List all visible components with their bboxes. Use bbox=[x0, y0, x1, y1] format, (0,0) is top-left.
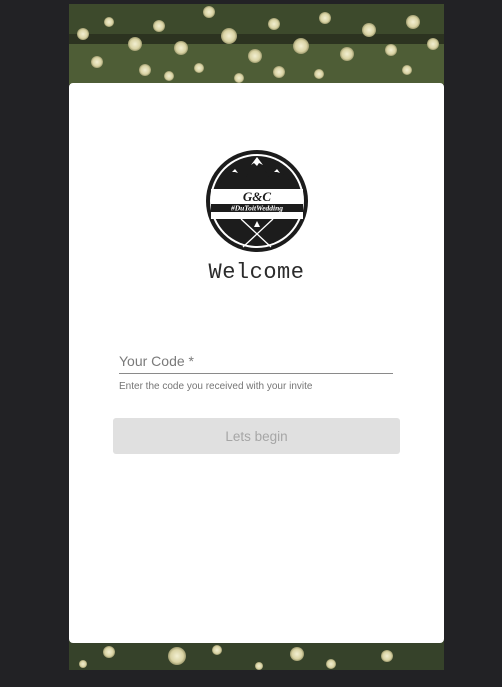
welcome-title: Welcome bbox=[208, 260, 305, 285]
lets-begin-button[interactable]: Lets begin bbox=[113, 418, 400, 454]
logo-hashtag: #DuToitWedding bbox=[230, 204, 283, 213]
logo-initials: G&C bbox=[243, 189, 272, 204]
code-input[interactable] bbox=[119, 348, 393, 374]
mountain-crossed-arrows-emblem-icon: G&C #DuToitWedding bbox=[206, 150, 308, 252]
code-field bbox=[119, 348, 393, 374]
login-card: G&C #DuToitWedding Welcome Enter the cod… bbox=[69, 83, 444, 643]
code-helper-text: Enter the code you received with your in… bbox=[119, 381, 313, 392]
